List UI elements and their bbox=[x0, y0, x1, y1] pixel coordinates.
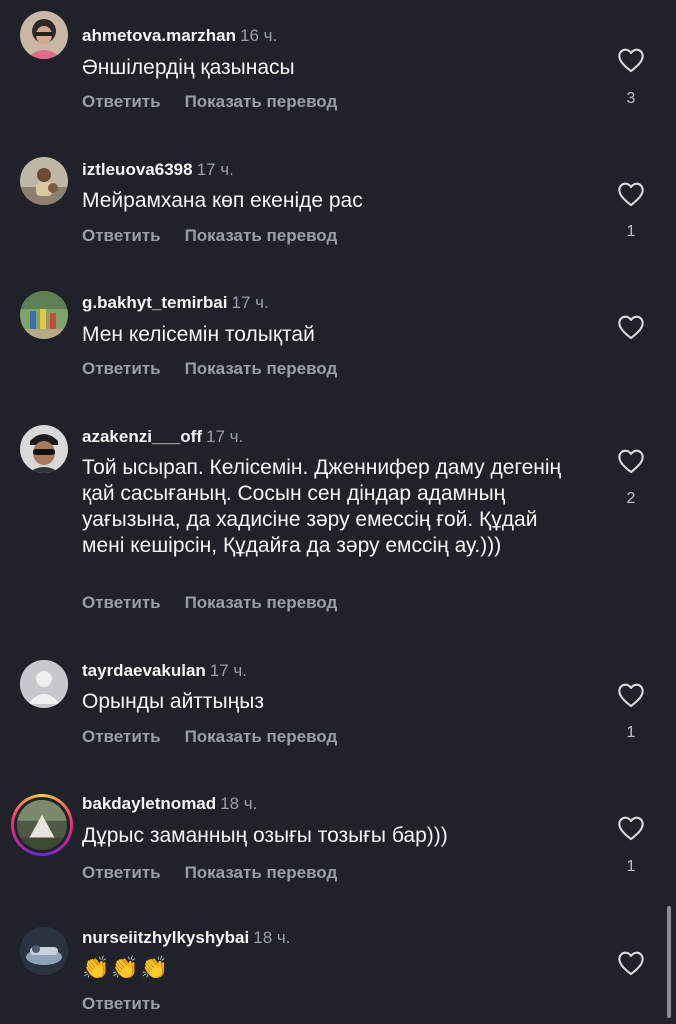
reply-button[interactable]: Ответить bbox=[82, 593, 161, 613]
reply-button[interactable]: Ответить bbox=[82, 226, 161, 246]
like-button[interactable] bbox=[617, 682, 645, 708]
like-count: 1 bbox=[626, 724, 636, 741]
comment-actions: Ответить Показать перевод bbox=[82, 226, 337, 246]
user-photo-icon bbox=[17, 800, 67, 850]
user-photo-icon bbox=[20, 291, 68, 339]
comment-actions: Ответить bbox=[82, 994, 161, 1014]
like-button[interactable] bbox=[617, 47, 645, 73]
heart-outline-icon bbox=[618, 182, 644, 207]
comment-text: Дұрыс заманның озығы тозығы бар))) bbox=[82, 824, 448, 847]
show-translation-button[interactable]: Показать перевод bbox=[185, 359, 338, 379]
like-count: 3 bbox=[626, 90, 636, 107]
person-placeholder-icon bbox=[20, 660, 68, 708]
timestamp: 17 ч. bbox=[196, 160, 234, 179]
username[interactable]: ahmetova.marzhan bbox=[82, 26, 236, 45]
timestamp: 18 ч. bbox=[253, 928, 291, 947]
comment-actions: Ответить Показать перевод bbox=[82, 727, 337, 747]
comment-text: Орынды айттыңыз bbox=[82, 690, 264, 713]
like-count: 1 bbox=[626, 223, 636, 240]
like-button[interactable] bbox=[617, 950, 645, 976]
reply-button[interactable]: Ответить bbox=[82, 92, 161, 112]
like-button[interactable] bbox=[617, 181, 645, 207]
comment-meta: iztleuova6398 17 ч. bbox=[82, 160, 234, 180]
avatar bbox=[14, 797, 70, 853]
heart-outline-icon bbox=[618, 48, 644, 73]
show-translation-button[interactable]: Показать перевод bbox=[185, 92, 338, 112]
like-button[interactable] bbox=[617, 815, 645, 841]
comment-meta: ahmetova.marzhan 16 ч. bbox=[82, 26, 277, 46]
avatar[interactable] bbox=[20, 291, 68, 339]
timestamp: 18 ч. bbox=[220, 794, 258, 813]
user-photo-icon bbox=[20, 11, 68, 59]
like-count: 2 bbox=[626, 490, 636, 507]
reply-button[interactable]: Ответить bbox=[82, 994, 161, 1014]
reply-button[interactable]: Ответить bbox=[82, 359, 161, 379]
comment-text: Әншілердің қазынасы bbox=[82, 56, 295, 79]
avatar[interactable] bbox=[20, 660, 68, 708]
comment-meta: nurseiitzhylkyshybai 18 ч. bbox=[82, 928, 290, 948]
username[interactable]: bakdayletnomad bbox=[82, 794, 216, 813]
avatar[interactable] bbox=[20, 927, 68, 975]
username[interactable]: tayrdaevakulan bbox=[82, 661, 206, 680]
comment-meta: bakdayletnomad 18 ч. bbox=[82, 794, 257, 814]
show-translation-button[interactable]: Показать перевод bbox=[185, 226, 338, 246]
comment-text: Той ысырап. Келісемін. Дженнифер даму де… bbox=[82, 456, 562, 557]
timestamp: 16 ч. bbox=[240, 26, 278, 45]
heart-outline-icon bbox=[618, 951, 644, 976]
comment-actions: Ответить Показать перевод bbox=[82, 92, 337, 112]
like-count: 1 bbox=[626, 858, 636, 875]
like-button[interactable] bbox=[617, 314, 645, 340]
reply-button[interactable]: Ответить bbox=[82, 727, 161, 747]
scrollbar[interactable] bbox=[667, 906, 671, 1018]
show-translation-button[interactable]: Показать перевод bbox=[185, 593, 338, 613]
comment-actions: Ответить Показать перевод bbox=[82, 359, 337, 379]
show-translation-button[interactable]: Показать перевод bbox=[185, 863, 338, 883]
username[interactable]: g.bakhyt_temirbai bbox=[82, 293, 228, 312]
avatar[interactable] bbox=[20, 157, 68, 205]
heart-outline-icon bbox=[618, 816, 644, 841]
avatar[interactable] bbox=[20, 425, 68, 473]
heart-outline-icon bbox=[618, 449, 644, 474]
username[interactable]: nurseiitzhylkyshybai bbox=[82, 928, 249, 947]
timestamp: 17 ч. bbox=[231, 293, 269, 312]
show-translation-button[interactable]: Показать перевод bbox=[185, 727, 338, 747]
heart-outline-icon bbox=[618, 315, 644, 340]
comment-text: 👏👏👏 bbox=[82, 955, 171, 980]
user-photo-icon bbox=[20, 157, 68, 205]
avatar-story-ring[interactable] bbox=[11, 794, 73, 856]
comment-meta: tayrdaevakulan 17 ч. bbox=[82, 661, 247, 681]
username[interactable]: iztleuova6398 bbox=[82, 160, 193, 179]
user-photo-icon bbox=[20, 425, 68, 473]
comment-actions: Ответить Показать перевод bbox=[82, 863, 337, 883]
timestamp: 17 ч. bbox=[206, 427, 244, 446]
heart-outline-icon bbox=[618, 683, 644, 708]
comment-text: Мен келісемін толықтай bbox=[82, 323, 315, 346]
comment-meta: azakenzi___off 17 ч. bbox=[82, 427, 243, 447]
avatar[interactable] bbox=[20, 11, 68, 59]
user-photo-icon bbox=[20, 927, 68, 975]
username[interactable]: azakenzi___off bbox=[82, 427, 202, 446]
timestamp: 17 ч. bbox=[209, 661, 248, 680]
like-button[interactable] bbox=[617, 448, 645, 474]
reply-button[interactable]: Ответить bbox=[82, 863, 161, 883]
comment-actions: Ответить Показать перевод bbox=[82, 593, 337, 613]
comment-text: Мейрамхана көп екеніде рас bbox=[82, 189, 363, 212]
comments-page: ahmetova.marzhan 16 ч. Әншілердің қазынас… bbox=[0, 0, 676, 1024]
comment-meta: g.bakhyt_temirbai 17 ч. bbox=[82, 293, 269, 313]
